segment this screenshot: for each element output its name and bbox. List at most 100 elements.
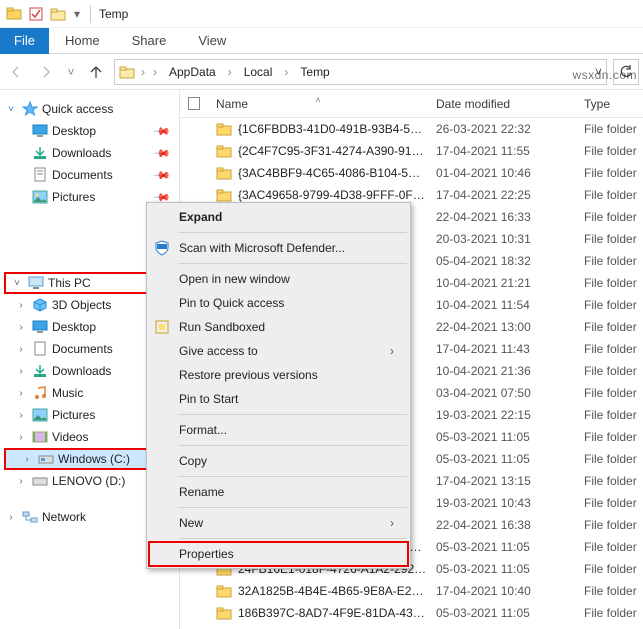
menu-label: Expand <box>175 210 408 224</box>
file-date: 05-03-2021 11:05 <box>428 430 576 444</box>
divider <box>179 445 407 446</box>
chevron-right-icon[interactable]: › <box>14 300 28 311</box>
menu-pin-start[interactable]: Pin to Start <box>149 387 408 411</box>
chevron-right-icon[interactable]: › <box>20 454 34 465</box>
tab-file[interactable]: File <box>0 28 49 54</box>
tab-share[interactable]: Share <box>116 28 183 54</box>
menu-scan-defender[interactable]: Scan with Microsoft Defender... <box>149 236 408 260</box>
file-date: 10-04-2021 11:54 <box>428 298 576 312</box>
ribbon: File Home Share View <box>0 28 643 54</box>
file-date: 01-04-2021 10:46 <box>428 166 576 180</box>
nav-documents[interactable]: Documents 📌 <box>0 164 179 186</box>
chevron-right-icon[interactable]: › <box>14 344 28 355</box>
tab-home[interactable]: Home <box>49 28 116 54</box>
menu-run-sandboxed[interactable]: Run Sandboxed <box>149 315 408 339</box>
nav-label: Downloads <box>52 364 111 378</box>
chevron-right-icon[interactable]: › <box>151 65 159 79</box>
chevron-down-icon[interactable]: ˅ <box>10 278 24 289</box>
menu-expand[interactable]: Expand <box>149 205 408 229</box>
select-all-checkbox[interactable] <box>180 97 208 110</box>
menu-rename[interactable]: Rename <box>149 480 408 504</box>
cube-icon <box>32 297 48 313</box>
menu-label: Rename <box>175 485 408 499</box>
folder-qat-icon[interactable] <box>50 6 66 22</box>
properties-qat-icon[interactable] <box>28 6 44 22</box>
column-name[interactable]: Name ˄ <box>208 97 428 111</box>
menu-label: Restore previous versions <box>175 368 408 382</box>
table-row[interactable]: 32A1825B-4B4E-4B65-9E8A-E2602FCD…17-04-2… <box>180 580 643 602</box>
star-icon <box>22 101 38 117</box>
nav-quick-access[interactable]: ˅ Quick access <box>0 98 179 120</box>
menu-pin-quick[interactable]: Pin to Quick access <box>149 291 408 315</box>
column-date[interactable]: Date modified <box>428 97 576 111</box>
nav-label: Desktop <box>52 124 96 138</box>
menu-open-new-window[interactable]: Open in new window <box>149 267 408 291</box>
menu-label: Pin to Quick access <box>175 296 408 310</box>
chevron-right-icon[interactable]: › <box>226 65 234 79</box>
table-row[interactable]: {2C4F7C95-3F31-4274-A390-9148448A…17-04-… <box>180 140 643 162</box>
file-date: 22-04-2021 16:33 <box>428 210 576 224</box>
nav-desktop[interactable]: Desktop 📌 <box>0 120 179 142</box>
nav-back[interactable] <box>4 60 28 84</box>
menu-label: Pin to Start <box>175 392 408 406</box>
chevron-right-icon[interactable]: › <box>282 65 290 79</box>
qat-dropdown-icon[interactable]: ▾ <box>72 6 82 22</box>
chevron-right-icon[interactable]: › <box>139 65 147 79</box>
drive-icon <box>38 451 54 467</box>
menu-format[interactable]: Format... <box>149 418 408 442</box>
menu-give-access[interactable]: Give access to› <box>149 339 408 363</box>
address-path[interactable]: › › AppData › Local › Temp ˅ <box>114 59 607 85</box>
crumb-appdata[interactable]: AppData <box>163 65 222 79</box>
file-date: 22-04-2021 16:38 <box>428 518 576 532</box>
column-type[interactable]: Type <box>576 97 643 111</box>
crumb-local[interactable]: Local <box>238 65 279 79</box>
file-type: File folder <box>576 474 643 488</box>
file-date: 17-04-2021 22:25 <box>428 188 576 202</box>
chevron-right-icon[interactable]: › <box>14 388 28 399</box>
menu-label: Scan with Microsoft Defender... <box>175 241 408 255</box>
table-row[interactable]: {1C6FBDB3-41D0-491B-93B4-5D40D15…26-03-2… <box>180 118 643 140</box>
context-menu: Expand Scan with Microsoft Defender... O… <box>146 202 411 569</box>
nav-downloads[interactable]: Downloads 📌 <box>0 142 179 164</box>
chevron-right-icon[interactable]: › <box>14 476 28 487</box>
chevron-right-icon[interactable]: › <box>4 512 18 523</box>
file-type: File folder <box>576 276 643 290</box>
file-date: 17-04-2021 11:43 <box>428 342 576 356</box>
sort-asc-icon: ˄ <box>315 95 320 105</box>
file-date: 05-03-2021 11:05 <box>428 540 576 554</box>
table-row[interactable]: 186B397C-8AD7-4F9E-81DA-43AFF4D…05-03-20… <box>180 602 643 624</box>
file-name: {2C4F7C95-3F31-4274-A390-9148448A… <box>238 144 428 158</box>
chevron-right-icon: › <box>390 516 408 530</box>
chevron-right-icon: › <box>390 344 408 358</box>
chevron-right-icon[interactable]: › <box>14 410 28 421</box>
file-type: File folder <box>576 364 643 378</box>
divider <box>179 263 407 264</box>
crumb-temp[interactable]: Temp <box>294 65 335 79</box>
chevron-right-icon[interactable]: › <box>14 432 28 443</box>
nav-label: LENOVO (D:) <box>52 474 125 488</box>
nav-recent-dropdown[interactable]: ˅ <box>64 60 78 84</box>
folder-icon <box>119 65 135 79</box>
chevron-right-icon[interactable]: › <box>14 322 28 333</box>
chevron-right-icon[interactable]: › <box>14 366 28 377</box>
desktop-icon <box>32 319 48 335</box>
folder-icon <box>6 6 22 22</box>
file-type: File folder <box>576 496 643 510</box>
chevron-down-icon[interactable]: ˅ <box>4 104 18 115</box>
menu-copy[interactable]: Copy <box>149 449 408 473</box>
menu-properties[interactable]: Properties <box>149 542 408 566</box>
file-type: File folder <box>576 166 643 180</box>
tab-view[interactable]: View <box>182 28 242 54</box>
nav-label: Pictures <box>52 408 95 422</box>
nav-label: Windows (C:) <box>58 452 130 466</box>
file-date: 17-04-2021 13:15 <box>428 474 576 488</box>
menu-new[interactable]: New› <box>149 511 408 535</box>
menu-restore[interactable]: Restore previous versions <box>149 363 408 387</box>
file-type: File folder <box>576 188 643 202</box>
menu-label: Open in new window <box>175 272 408 286</box>
nav-forward[interactable] <box>34 60 58 84</box>
pictures-icon <box>32 407 48 423</box>
menu-label: Run Sandboxed <box>175 320 408 334</box>
table-row[interactable]: {3AC4BBF9-4C65-4086-B104-5DF3482…01-04-2… <box>180 162 643 184</box>
nav-up[interactable] <box>84 60 108 84</box>
